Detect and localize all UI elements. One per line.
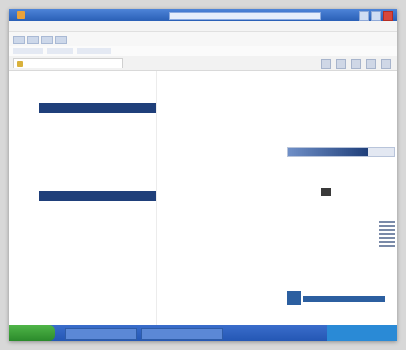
link-bar-item[interactable] bbox=[77, 48, 111, 54]
print-icon[interactable] bbox=[351, 59, 361, 69]
page-icon[interactable] bbox=[366, 59, 376, 69]
sidebar-block-header bbox=[39, 191, 157, 201]
browser-tab[interactable] bbox=[13, 58, 123, 68]
feeds-icon[interactable] bbox=[336, 59, 346, 69]
minimize-icon[interactable] bbox=[359, 11, 369, 21]
taskbar-item[interactable] bbox=[65, 328, 137, 340]
main-column bbox=[169, 71, 395, 325]
logo-mark-icon bbox=[287, 291, 301, 305]
progress-fill bbox=[288, 148, 368, 156]
title-address bbox=[169, 12, 321, 20]
taskbar-item[interactable] bbox=[141, 328, 223, 340]
column-divider bbox=[156, 71, 157, 325]
close-icon[interactable] bbox=[383, 11, 393, 21]
browser-window bbox=[9, 9, 397, 341]
maximize-icon[interactable] bbox=[371, 11, 381, 21]
link-bar-item[interactable] bbox=[13, 48, 43, 54]
tab-strip bbox=[9, 56, 397, 71]
qr-code-icon[interactable] bbox=[379, 221, 395, 247]
menu-bar bbox=[9, 21, 397, 32]
title-bar bbox=[9, 9, 397, 21]
taskbar bbox=[9, 325, 397, 341]
back-icon[interactable] bbox=[13, 36, 25, 44]
sidebar bbox=[21, 71, 157, 325]
page-content bbox=[9, 71, 397, 325]
logo[interactable] bbox=[287, 291, 387, 305]
progress-bar bbox=[287, 147, 395, 157]
refresh-icon[interactable] bbox=[41, 36, 53, 44]
logo-wordmark bbox=[303, 296, 385, 302]
rating-icon bbox=[321, 188, 331, 196]
favicon-icon bbox=[17, 61, 23, 67]
home-icon[interactable] bbox=[321, 59, 331, 69]
sidebar-block-header bbox=[39, 103, 157, 113]
start-button[interactable] bbox=[9, 325, 55, 341]
system-tray bbox=[327, 325, 397, 341]
home-icon[interactable] bbox=[55, 36, 67, 44]
tools-icon[interactable] bbox=[381, 59, 391, 69]
browser-icon bbox=[17, 11, 25, 19]
toolbar bbox=[9, 32, 397, 47]
forward-icon[interactable] bbox=[27, 36, 39, 44]
link-bar-item[interactable] bbox=[47, 48, 73, 54]
